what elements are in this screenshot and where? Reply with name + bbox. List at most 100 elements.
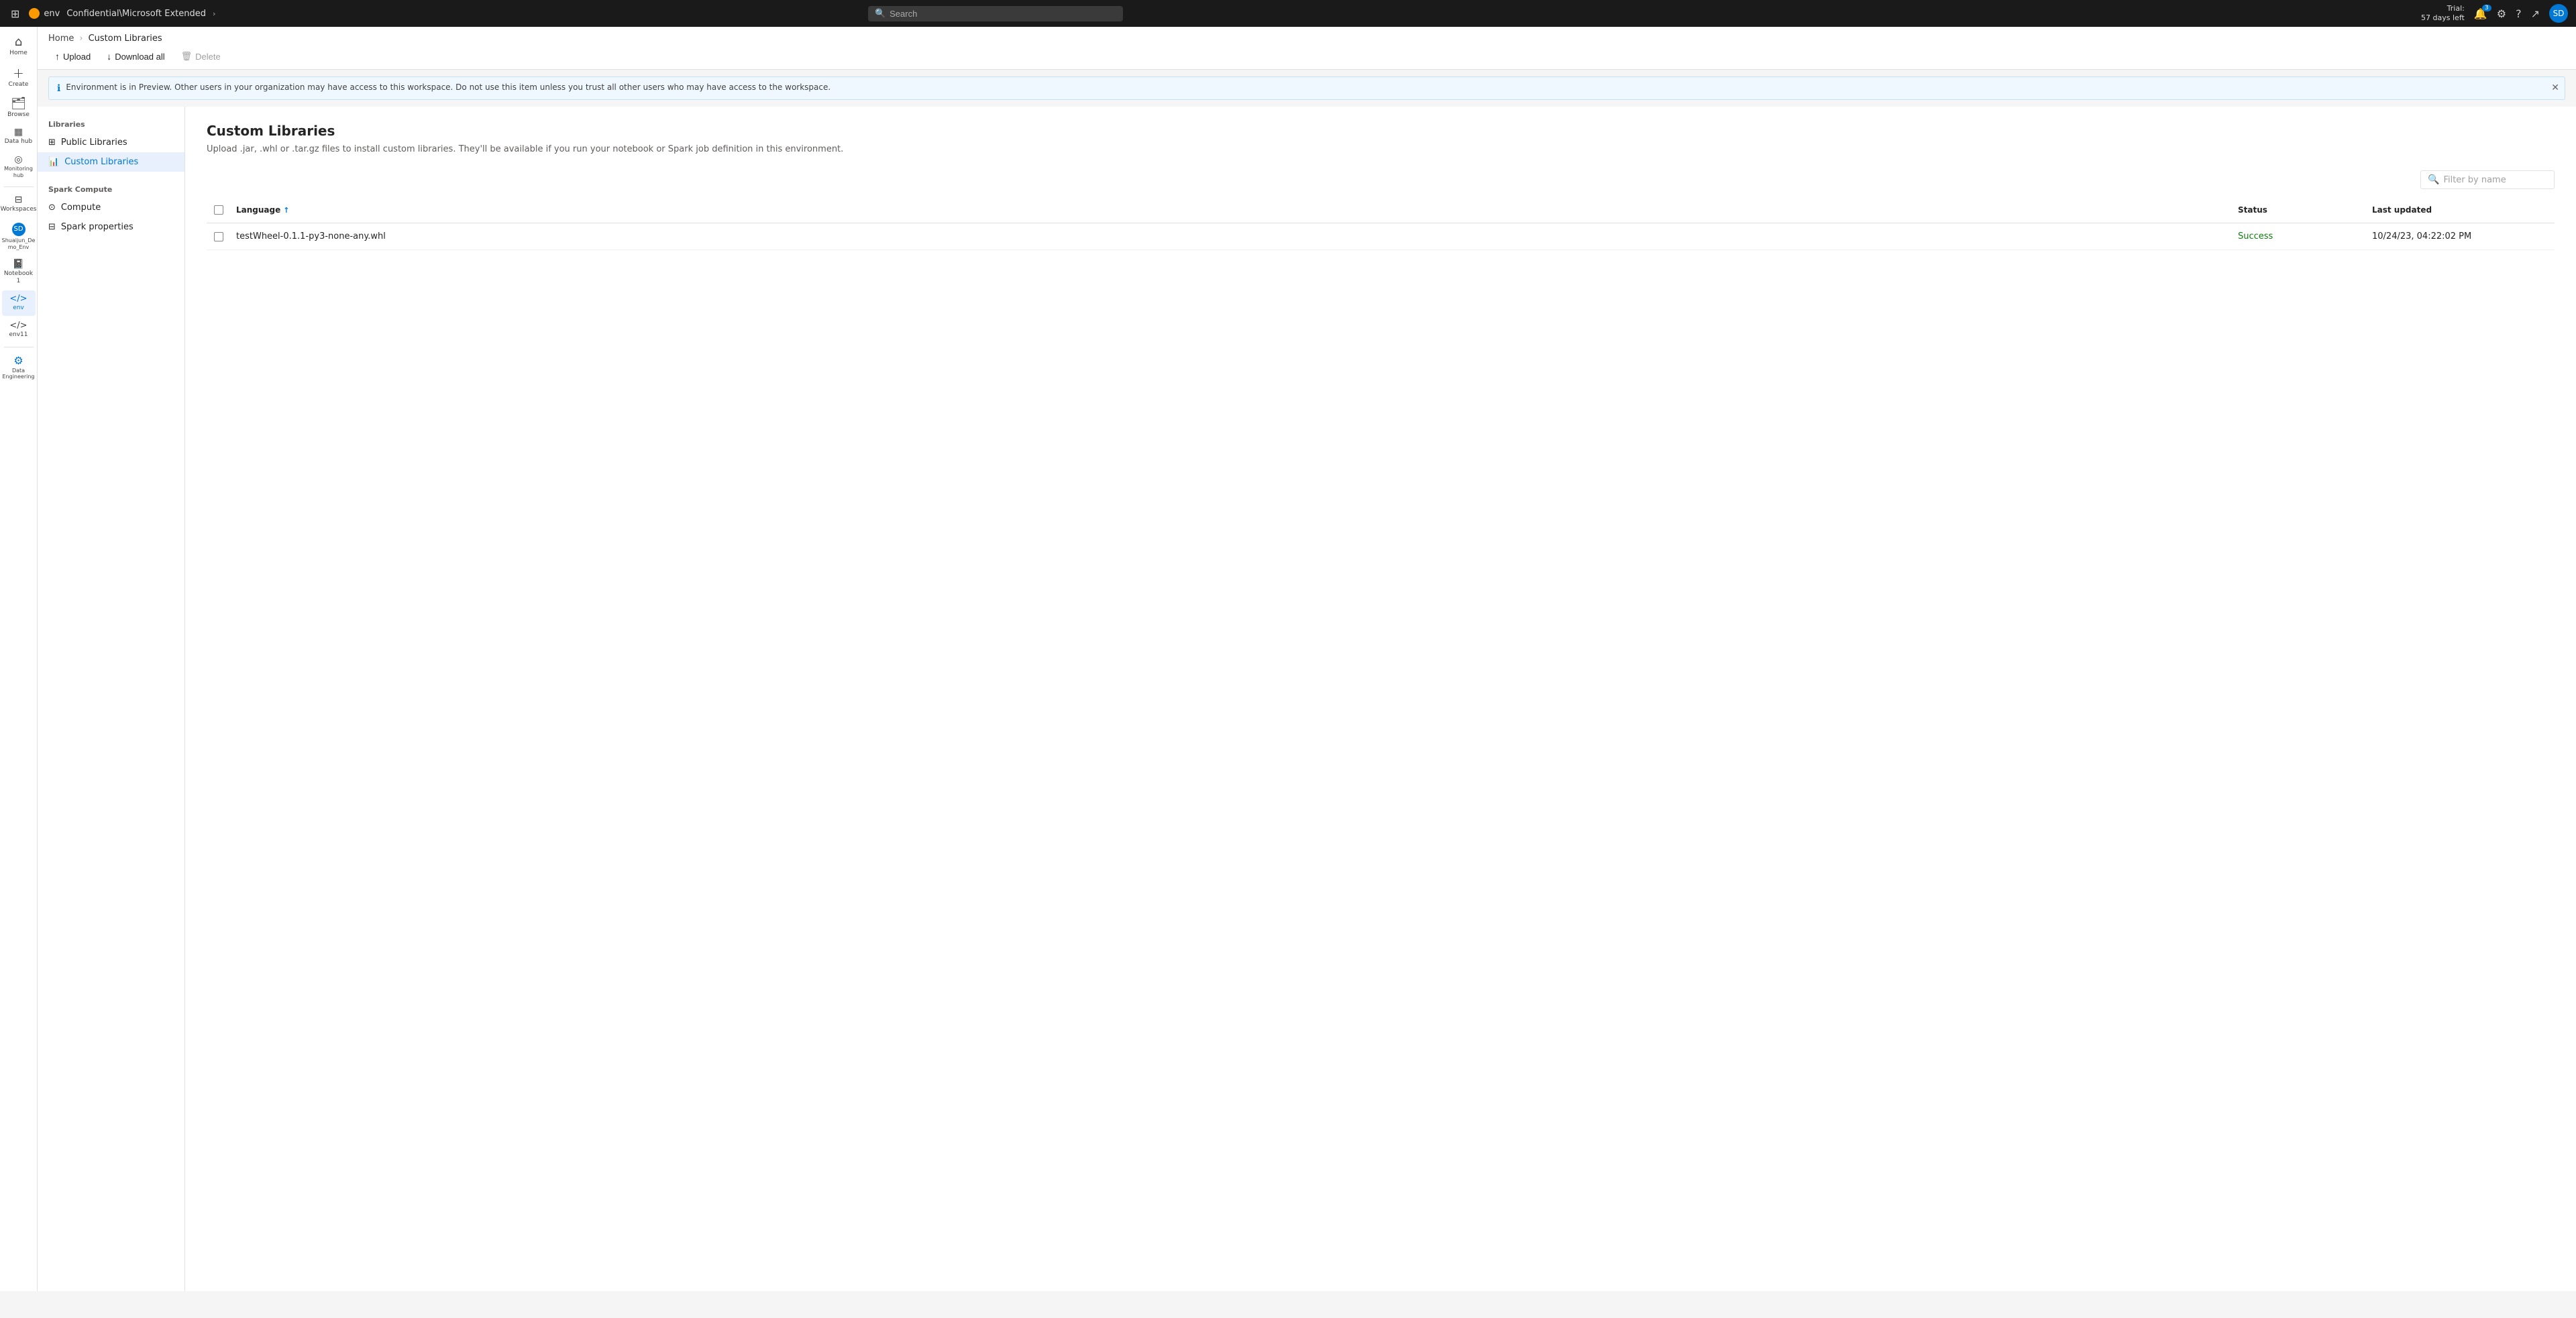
sidebar-item-dataeng[interactable]: ⚙ Data Engineering — [2, 351, 36, 384]
page-title: Custom Libraries — [207, 123, 2555, 139]
topbar-right: Trial: 57 days left 🔔 3 ⚙ ? ↗ SD — [2421, 4, 2568, 23]
row-status-value: Success — [2238, 231, 2273, 241]
trial-info: Trial: 57 days left — [2421, 4, 2465, 23]
info-icon: ℹ — [57, 83, 60, 94]
table-header-last-updated[interactable]: Last updated — [2367, 203, 2555, 217]
env-code-icon: </> — [9, 294, 27, 303]
nav-public-libraries-label: Public Libraries — [61, 138, 127, 148]
sidebar-item-browse[interactable]: 🗂 Browse — [2, 94, 36, 123]
download-icon: ↓ — [107, 51, 111, 62]
search-box[interactable]: 🔍 — [868, 6, 1123, 21]
compute-icon: ⊙ — [48, 203, 56, 213]
breadcrumb-separator: › — [79, 34, 83, 44]
topbar-brand: Confidential\Microsoft Extended — [66, 9, 206, 19]
toolbar: ↑ Upload ↓ Download all 🗑 Delete — [48, 44, 2565, 69]
notebook-icon: 📓 — [13, 260, 24, 269]
main-panel: Custom Libraries Upload .jar, .whl or .t… — [185, 107, 2576, 1291]
banner-close-button[interactable]: ✕ — [2551, 83, 2559, 93]
search-icon: 🔍 — [875, 9, 885, 19]
spark-compute-section: Spark Compute ⊙ Compute ⊟ Spark properti… — [38, 182, 184, 237]
breadcrumb-home[interactable]: Home — [48, 34, 74, 44]
nav-compute[interactable]: ⊙ Compute — [38, 198, 184, 217]
delete-icon: 🗑 — [181, 51, 193, 62]
table-header-checkbox[interactable] — [207, 203, 231, 217]
libraries-section: Libraries ⊞ Public Libraries 📊 Custom Li… — [38, 117, 184, 172]
main-area: Home › Custom Libraries ↑ Upload ↓ Downl… — [38, 27, 2576, 1291]
feedback-icon[interactable]: ↗ — [2531, 7, 2540, 20]
public-libraries-icon: ⊞ — [48, 138, 56, 148]
sidebar-item-env[interactable]: </> env — [2, 290, 36, 316]
sidebar-item-create[interactable]: + Create — [2, 62, 36, 93]
sidebar-divider — [4, 186, 34, 187]
table-header-status[interactable]: Status — [2233, 203, 2367, 217]
waffle-icon[interactable]: ⊞ — [8, 5, 22, 23]
notification-badge: 3 — [2482, 5, 2491, 11]
content-area: Libraries ⊞ Public Libraries 📊 Custom Li… — [38, 107, 2576, 1291]
table-header-language[interactable]: Language ↑ — [231, 203, 2233, 217]
custom-libraries-icon: 📊 — [48, 157, 59, 167]
topbar-chevron: › — [213, 9, 215, 18]
filter-bar: 🔍 Filter by name — [207, 170, 2555, 189]
help-icon[interactable]: ? — [2516, 7, 2522, 20]
col-language-label: Language — [236, 205, 280, 215]
row-checkbox[interactable] — [214, 232, 223, 241]
nav-public-libraries[interactable]: ⊞ Public Libraries — [38, 133, 184, 152]
top-area: Home › Custom Libraries ↑ Upload ↓ Downl… — [38, 27, 2576, 70]
sidebar-item-workspaces[interactable]: ⊟ Workspaces — [2, 191, 36, 217]
sort-icon: ↑ — [283, 206, 289, 215]
filter-placeholder-text: Filter by name — [2443, 175, 2506, 185]
search-input[interactable] — [890, 9, 1116, 19]
avatar[interactable]: SD — [2549, 4, 2568, 23]
banner-text: Environment is in Preview. Other users i… — [66, 83, 830, 92]
notifications-icon[interactable]: 🔔 3 — [2474, 7, 2487, 20]
upload-label: Upload — [63, 52, 91, 62]
nav-spark-properties-label: Spark properties — [61, 222, 133, 232]
upload-icon: ↑ — [55, 51, 60, 62]
filter-input[interactable]: 🔍 Filter by name — [2420, 170, 2555, 189]
sidebar-item-home[interactable]: ⌂ Home — [2, 32, 36, 61]
topbar: ⊞ env Confidential\Microsoft Extended › … — [0, 0, 2576, 27]
sidebar-item-datahub[interactable]: ▦ Data hub — [2, 123, 36, 150]
env11-code-icon: </> — [9, 321, 27, 330]
sidebar-item-notebook1[interactable]: 📓 Notebook 1 — [2, 256, 36, 289]
breadcrumb-current: Custom Libraries — [89, 34, 162, 44]
filter-search-icon: 🔍 — [2428, 174, 2439, 185]
table-container: Language ↑ Status Last updated t — [207, 197, 2555, 250]
shuaijun-icon: SD — [12, 223, 25, 236]
nav-spark-properties[interactable]: ⊟ Spark properties — [38, 217, 184, 237]
nav-custom-libraries-label: Custom Libraries — [64, 157, 138, 167]
sidebar-item-monitoring[interactable]: ◎ Monitoring hub — [2, 151, 36, 182]
create-icon: + — [13, 66, 24, 80]
table-header: Language ↑ Status Last updated — [207, 197, 2555, 223]
settings-icon[interactable]: ⚙ — [2497, 7, 2506, 20]
spark-properties-icon: ⊟ — [48, 222, 56, 232]
select-all-checkbox[interactable] — [214, 205, 223, 215]
sidebar: ⌂ Home + Create 🗂 Browse ▦ Data hub ◎ Mo… — [0, 27, 38, 1291]
table-row: testWheel-0.1.1-py3-none-any.whl Success… — [207, 223, 2555, 250]
row-last-updated-value: 10/24/23, 04:22:02 PM — [2372, 231, 2471, 241]
row-language-cell: testWheel-0.1.1-py3-none-any.whl — [231, 226, 2233, 247]
monitoring-icon: ◎ — [14, 155, 22, 164]
env-name: env — [44, 9, 60, 19]
preview-banner: ℹ Environment is in Preview. Other users… — [48, 76, 2565, 100]
datahub-icon: ▦ — [14, 127, 23, 137]
col-status-label: Status — [2238, 205, 2267, 215]
sidebar-item-shuaijun[interactable]: SD Shuaijun_De mo_Env — [2, 219, 36, 254]
delete-button[interactable]: 🗑 Delete — [174, 48, 227, 65]
workspaces-icon: ⊟ — [15, 195, 23, 205]
page-subtitle: Upload .jar, .whl or .tar.gz files to in… — [207, 144, 2555, 154]
nav-custom-libraries[interactable]: 📊 Custom Libraries — [38, 152, 184, 172]
env-icon — [29, 8, 40, 19]
sidebar-item-env11[interactable]: </> env11 — [2, 317, 36, 343]
breadcrumb: Home › Custom Libraries — [48, 27, 2565, 44]
download-all-button[interactable]: ↓ Download all — [100, 48, 171, 65]
upload-button[interactable]: ↑ Upload — [48, 48, 97, 65]
row-language-value: testWheel-0.1.1-py3-none-any.whl — [236, 231, 386, 241]
nav-compute-label: Compute — [61, 203, 101, 213]
browse-icon: 🗂 — [11, 98, 26, 110]
download-all-label: Download all — [115, 52, 164, 62]
spark-compute-section-title: Spark Compute — [38, 182, 184, 198]
home-icon: ⌂ — [15, 36, 22, 48]
row-status-cell: Success — [2233, 226, 2367, 247]
row-checkbox-cell[interactable] — [207, 226, 231, 247]
